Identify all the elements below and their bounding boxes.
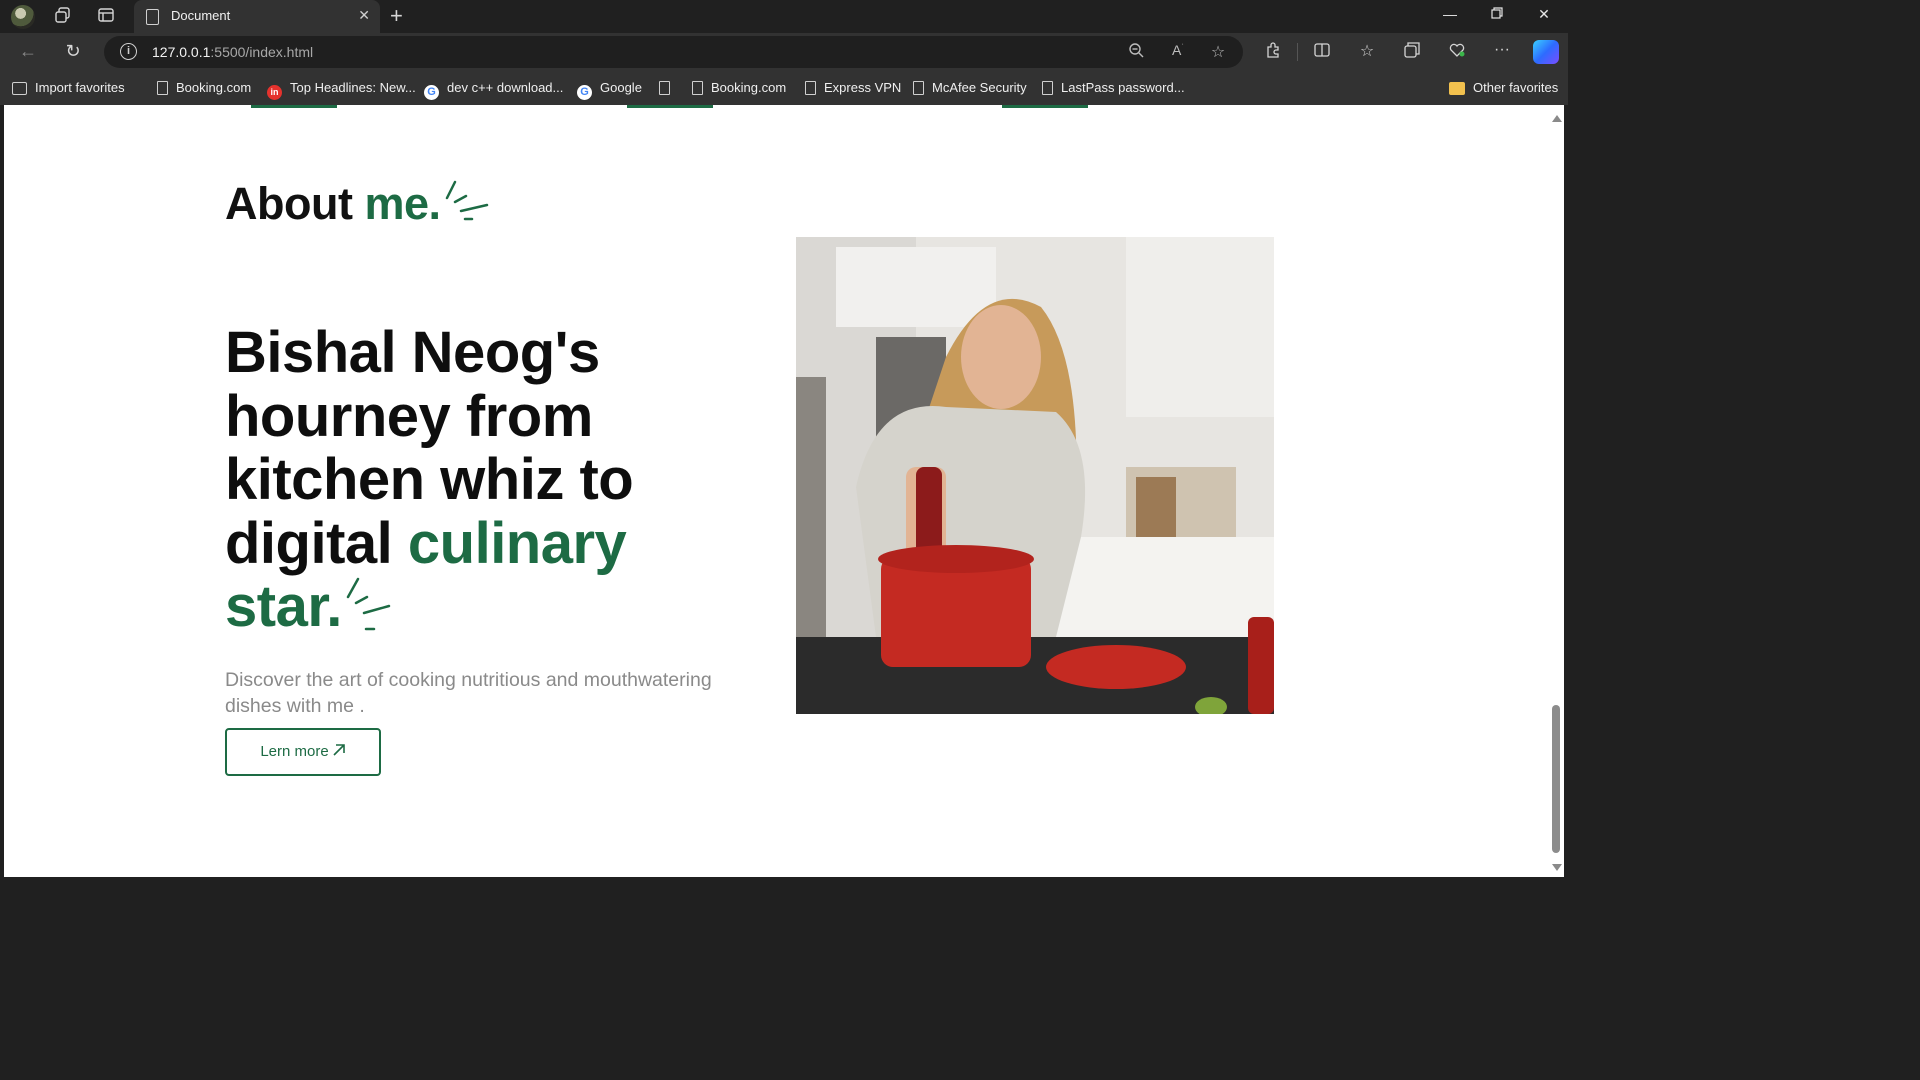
favorite-mcafee[interactable]: McAfee Security — [913, 80, 1027, 95]
favorite-dev-cpp[interactable]: Gdev c++ download... — [424, 80, 563, 100]
favorite-label: McAfee Security — [932, 80, 1027, 95]
tab-title: Document — [171, 8, 231, 23]
browser-title-bar: Document ✕ + — ✕ — [0, 0, 1568, 33]
learn-more-label: Lern more — [260, 743, 329, 760]
chef-photo-illustration — [796, 237, 1274, 714]
learn-more-button[interactable]: Lern more — [225, 728, 381, 776]
other-favorites[interactable]: Other favorites — [1449, 80, 1558, 95]
read-aloud-icon[interactable]: Aʾ — [1168, 42, 1188, 58]
favorite-star-icon[interactable]: ☆ — [1208, 42, 1228, 62]
favorite-express-vpn[interactable]: Express VPN — [805, 80, 901, 95]
page-icon — [146, 9, 159, 25]
favorite-booking-2[interactable]: Booking.com — [692, 80, 786, 95]
page-icon — [659, 81, 670, 95]
favorite-import[interactable]: Import favorites — [12, 80, 125, 95]
google-icon: G — [577, 85, 592, 100]
sparkle-icon — [445, 180, 488, 221]
section-title-text: About — [225, 178, 365, 229]
profile-avatar[interactable] — [11, 5, 35, 29]
inshorts-icon: in — [267, 85, 282, 100]
page-viewport: About me. Bishal Neog's hourney from kit… — [4, 105, 1549, 877]
favorite-label: Booking.com — [176, 80, 252, 95]
google-icon: G — [424, 85, 439, 100]
toolbar-separator — [1297, 43, 1298, 61]
close-tab-icon[interactable]: ✕ — [358, 7, 370, 24]
page-icon — [913, 81, 924, 95]
favorite-label: Express VPN — [824, 80, 902, 95]
favorite-label: LastPass password... — [1061, 80, 1185, 95]
arrow-up-right-icon — [333, 744, 345, 756]
url-path: :5500/index.html — [210, 44, 314, 60]
favorite-label: Booking.com — [711, 80, 787, 95]
site-info-icon[interactable]: i — [120, 43, 137, 60]
new-tab-button[interactable]: + — [390, 3, 403, 29]
nav-underline — [627, 105, 713, 108]
favorite-label: Top Headlines: New... — [290, 80, 416, 95]
tab-document[interactable]: Document ✕ — [134, 0, 380, 33]
window-bottom-edge — [0, 877, 1568, 882]
folder-icon — [1449, 82, 1465, 95]
scroll-down-arrow-icon[interactable] — [1552, 864, 1562, 871]
favorite-label: Google — [600, 80, 642, 95]
page-icon — [157, 81, 168, 95]
scroll-up-arrow-icon[interactable] — [1552, 115, 1562, 122]
navigation-bar: ← ↻ i 127.0.0.1:5500/index.html Aʾ ☆ ☆ ·… — [0, 33, 1568, 71]
nav-underline — [1002, 105, 1088, 108]
sparkle-icon — [346, 577, 391, 631]
section-title-accent: me. — [364, 178, 441, 229]
section-title: About me. — [225, 178, 491, 230]
page-icon — [1042, 81, 1053, 95]
page-scrollbar[interactable] — [1549, 105, 1564, 877]
other-favorites-label: Other favorites — [1473, 80, 1559, 95]
hero-headline: Bishal Neog's hourney from kitchen whiz … — [225, 321, 745, 639]
close-window-icon[interactable]: ✕ — [1534, 6, 1554, 23]
favorites-icon[interactable]: ☆ — [1357, 41, 1377, 61]
favorite-blank[interactable] — [659, 80, 678, 95]
restore-icon[interactable] — [1487, 6, 1507, 22]
copilot-icon[interactable] — [1533, 40, 1559, 64]
nav-underline — [251, 105, 337, 108]
favorite-google[interactable]: G Google — [577, 80, 642, 100]
back-icon[interactable]: ← — [17, 41, 39, 62]
refresh-icon[interactable]: ↻ — [62, 41, 84, 62]
workspaces-icon[interactable] — [53, 6, 73, 26]
url-text[interactable]: 127.0.0.1:5500/index.html — [152, 44, 313, 60]
url-host: 127.0.0.1 — [152, 44, 211, 60]
browser-essentials-icon[interactable] — [1447, 41, 1467, 64]
split-screen-icon[interactable] — [1312, 41, 1332, 64]
more-options-icon[interactable]: ··· — [1492, 41, 1512, 59]
address-bar[interactable]: i 127.0.0.1:5500/index.html Aʾ ☆ — [104, 36, 1243, 68]
hero-description: Discover the art of cooking nutritious a… — [225, 669, 712, 717]
chef-photo — [796, 237, 1274, 714]
favorite-top-headlines[interactable]: in Top Headlines: New... — [267, 80, 416, 100]
collections-icon[interactable] — [1402, 41, 1422, 64]
favorite-booking[interactable]: Booking.com — [157, 80, 251, 95]
zoom-icon[interactable] — [1126, 42, 1146, 63]
favorite-label: dev c++ download... — [447, 80, 564, 95]
favorites-bar: Import favorites Booking.com in Top Headl… — [0, 71, 1568, 105]
page-icon — [805, 81, 816, 95]
import-icon — [12, 82, 27, 95]
scrollbar-thumb[interactable] — [1552, 705, 1560, 853]
extensions-icon[interactable] — [1263, 41, 1283, 64]
tab-actions-icon[interactable] — [96, 6, 116, 26]
page-icon — [692, 81, 703, 95]
favorite-label: Import favorites — [35, 80, 125, 95]
favorite-lastpass[interactable]: LastPass password... — [1042, 80, 1185, 95]
minimize-icon[interactable]: — — [1440, 6, 1460, 22]
